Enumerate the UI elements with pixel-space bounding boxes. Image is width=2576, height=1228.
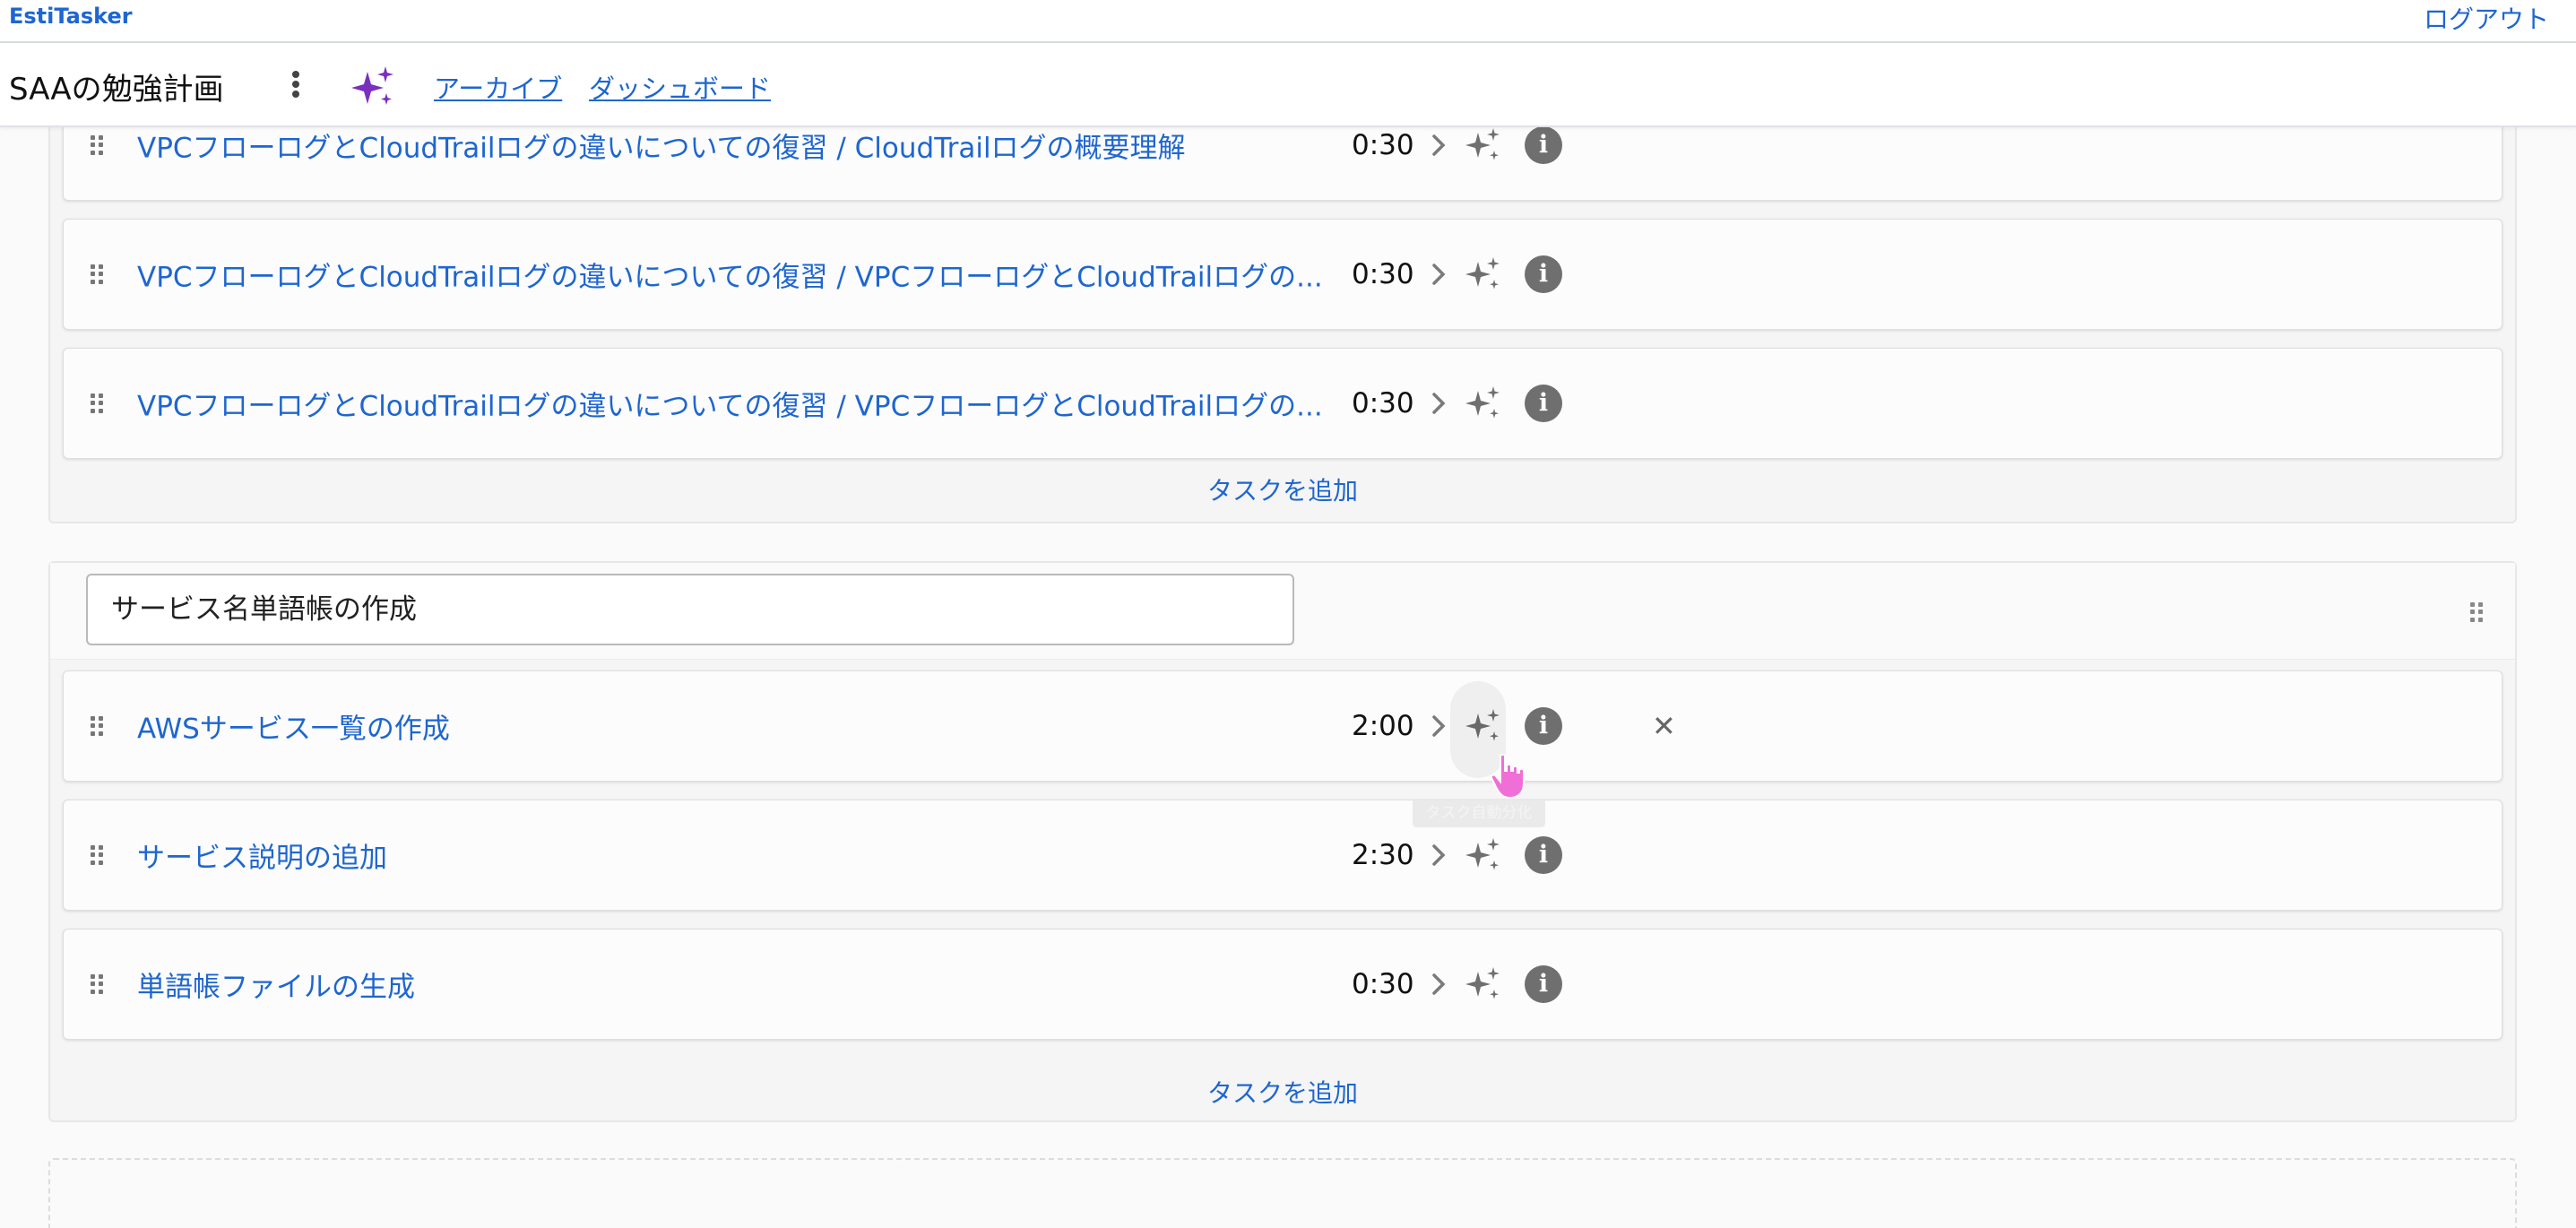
drag-handle-icon[interactable] <box>91 974 103 994</box>
task-time: 2:30 <box>1352 839 1414 871</box>
drag-handle-icon[interactable] <box>2470 602 2483 622</box>
task-time: 2:00 <box>1352 710 1414 742</box>
task-time: 0:30 <box>1352 968 1414 1000</box>
sparkle-icon[interactable] <box>1464 964 1503 1004</box>
sparkle-icon[interactable] <box>1464 127 1503 165</box>
ai-sparkle-icon[interactable] <box>350 65 396 109</box>
add-task-button[interactable]: タスクを追加 <box>50 471 2515 507</box>
pointer-cursor-icon <box>1490 753 1525 800</box>
top-bar: EstiTasker ログアウト <box>0 0 2576 43</box>
sparkle-icon[interactable] <box>1464 835 1503 875</box>
task-row: AWSサービス一覧の作成 2:00 i ✕ <box>63 670 2503 782</box>
task-row: サービス説明の追加 2:30 i <box>63 800 2503 911</box>
task-section: サービス名単語帳の作成 AWSサービス一覧の作成 2:00 i ✕ サービス説明… <box>48 561 2517 1122</box>
page-title: SAAの勉強計画 <box>9 72 224 108</box>
archive-link[interactable]: アーカイブ <box>434 68 562 106</box>
task-row: VPCフローログとCloudTrailログの違いについての復習 / VPCフロー… <box>63 348 2503 459</box>
sparkle-icon[interactable] <box>1464 384 1503 423</box>
task-title-link[interactable]: VPCフローログとCloudTrailログの違いについての復習 / VPCフロー… <box>137 255 1323 295</box>
task-title-link[interactable]: VPCフローログとCloudTrailログの違いについての復習 / CloudT… <box>137 127 1186 166</box>
close-icon[interactable]: ✕ <box>1652 709 1676 743</box>
info-icon[interactable]: i <box>1525 965 1562 1003</box>
drag-handle-icon[interactable] <box>91 264 103 284</box>
task-time: 0:30 <box>1352 387 1414 419</box>
info-icon[interactable]: i <box>1525 836 1562 874</box>
drag-handle-icon[interactable] <box>91 716 103 736</box>
logout-link[interactable]: ログアウト <box>2424 0 2549 36</box>
chevron-right-icon[interactable] <box>1428 969 1449 999</box>
task-time: 0:30 <box>1352 258 1414 290</box>
task-time: 0:30 <box>1352 129 1414 161</box>
drag-handle-icon[interactable] <box>91 393 103 413</box>
task-title-link[interactable]: サービス説明の追加 <box>137 835 387 876</box>
tooltip: タスク自動分化 <box>1413 799 1545 827</box>
info-icon[interactable]: i <box>1525 385 1562 422</box>
chevron-right-icon[interactable] <box>1428 711 1449 741</box>
task-row: VPCフローログとCloudTrailログの違いについての復習 / CloudT… <box>63 127 2503 201</box>
plan-header: SAAの勉強計画 アーカイブ ダッシュボード <box>0 43 2576 127</box>
task-row: VPCフローログとCloudTrailログの違いについての復習 / VPCフロー… <box>63 219 2503 330</box>
drag-handle-icon[interactable] <box>91 135 103 155</box>
section-header: サービス名単語帳の作成 <box>50 563 2515 660</box>
task-row: 単語帳ファイルの生成 0:30 i <box>63 929 2503 1040</box>
sparkle-icon[interactable] <box>1464 255 1503 294</box>
add-task-button[interactable]: タスクを追加 <box>50 1074 2515 1110</box>
task-title-link[interactable]: 単語帳ファイルの生成 <box>137 964 415 1005</box>
chevron-right-icon[interactable] <box>1428 130 1449 160</box>
info-icon[interactable]: i <box>1525 707 1562 745</box>
app-brand[interactable]: EstiTasker <box>9 4 133 29</box>
chevron-right-icon[interactable] <box>1428 388 1449 419</box>
task-title-link[interactable]: VPCフローログとCloudTrailログの違いについての復習 / VPCフロー… <box>137 384 1323 424</box>
drag-handle-icon[interactable] <box>91 845 103 865</box>
task-section: VPCフローログとCloudTrailログの違いについての復習 / CloudT… <box>48 127 2517 523</box>
chevron-right-icon[interactable] <box>1428 840 1449 870</box>
info-icon[interactable]: i <box>1525 127 1562 164</box>
kebab-menu-icon[interactable] <box>285 68 307 104</box>
main-content: VPCフローログとCloudTrailログの違いについての復習 / CloudT… <box>0 127 2576 1228</box>
dashboard-link[interactable]: ダッシュボード <box>589 68 771 106</box>
info-icon[interactable]: i <box>1525 255 1562 293</box>
section-name-input[interactable]: サービス名単語帳の作成 <box>86 574 1294 645</box>
chevron-right-icon[interactable] <box>1428 259 1449 290</box>
new-section-dropzone[interactable] <box>48 1158 2517 1228</box>
task-title-link[interactable]: AWSサービス一覧の作成 <box>137 706 450 747</box>
